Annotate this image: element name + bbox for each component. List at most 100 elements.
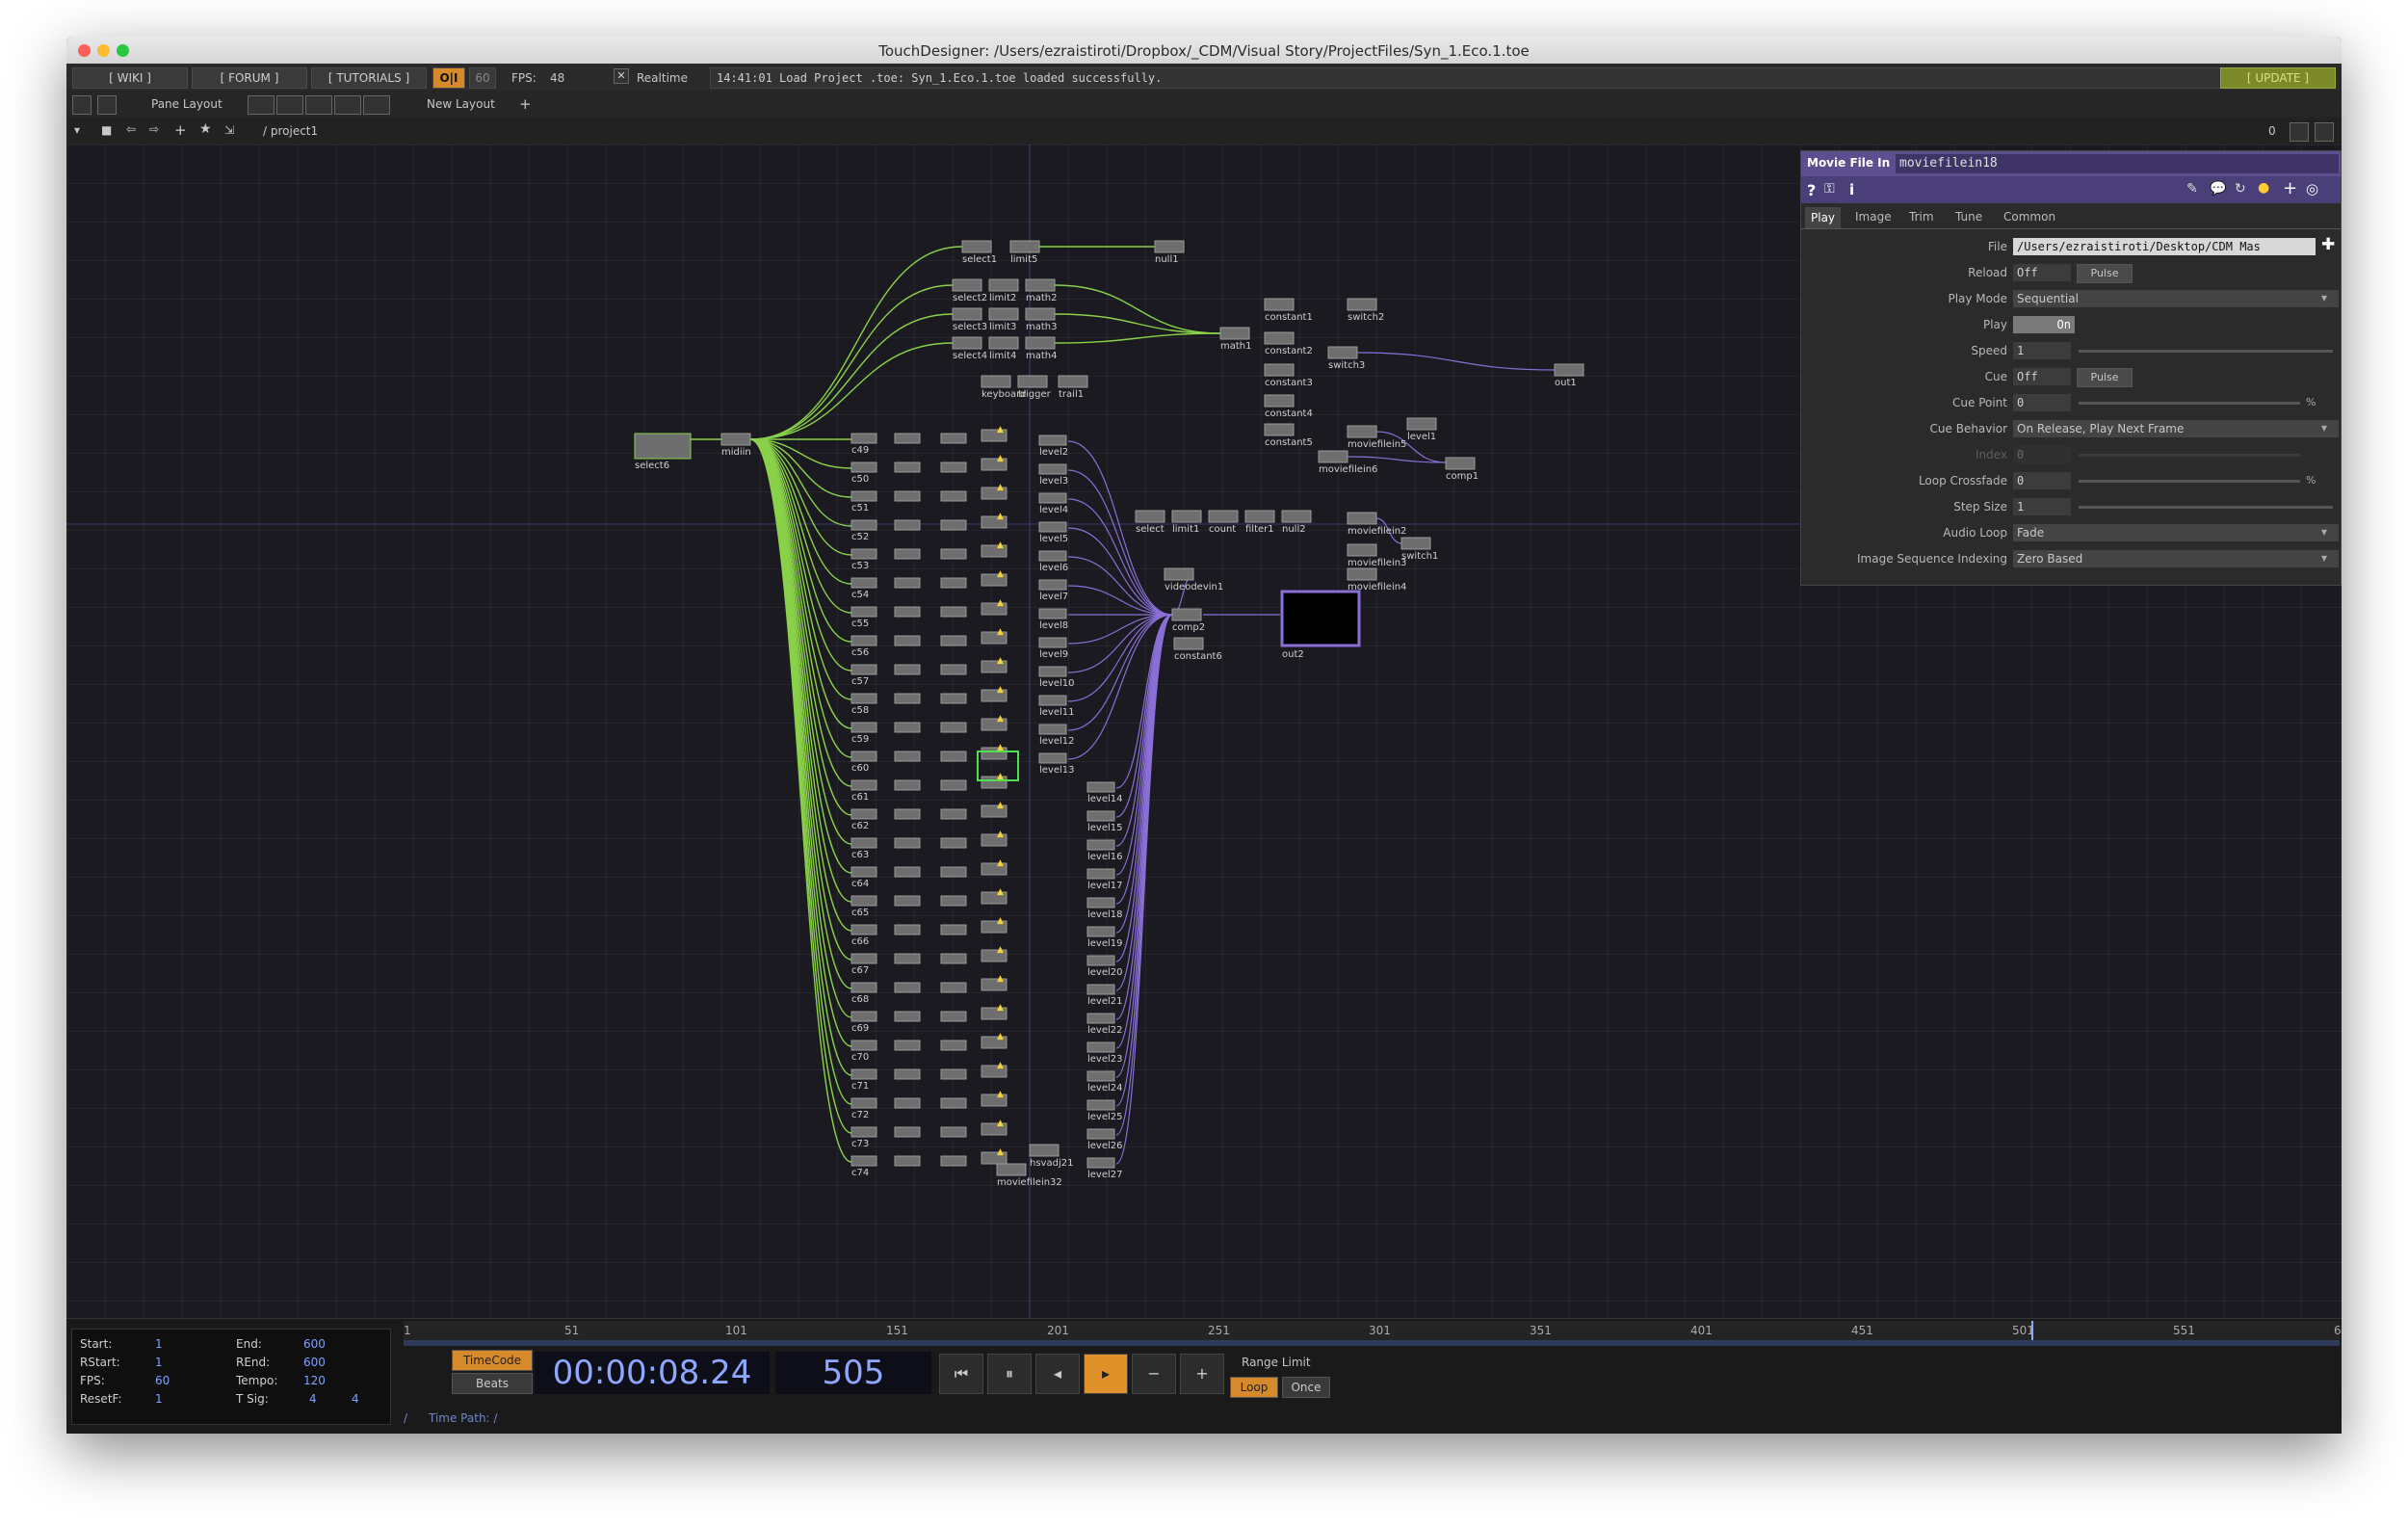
node-trigger_54[interactable]: [940, 577, 967, 589]
node-midiin[interactable]: midiin: [720, 433, 751, 458]
step-minus-button[interactable]: −: [1132, 1354, 1176, 1394]
node-level4[interactable]: level4: [1038, 492, 1068, 515]
reload-toggle[interactable]: Off: [2013, 264, 2071, 281]
node-trigger[interactable]: trigger: [1017, 375, 1052, 400]
timecode-display[interactable]: 00:00:08.24: [535, 1352, 770, 1394]
tab-tune[interactable]: Tune: [1955, 210, 1982, 224]
target-icon[interactable]: ◎: [2306, 180, 2318, 198]
node-moviefilein6[interactable]: moviefilein6: [1318, 450, 1377, 475]
timeline-range-bar[interactable]: [404, 1340, 2340, 1346]
node-c64[interactable]: c64: [851, 866, 877, 889]
tab-common[interactable]: Common: [2003, 210, 2055, 224]
layout-split-v-icon[interactable]: [276, 95, 303, 115]
cue-toggle[interactable]: Off: [2013, 368, 2071, 385]
node-c58[interactable]: c58: [851, 693, 877, 716]
node-c72[interactable]: c72: [851, 1097, 877, 1120]
step-back-button[interactable]: ◂: [1035, 1354, 1080, 1394]
node-limit_74[interactable]: [894, 1155, 921, 1167]
file-add-icon[interactable]: ✚: [2321, 235, 2335, 254]
node-c61[interactable]: c61: [851, 779, 877, 803]
once-button[interactable]: Once: [1282, 1377, 1330, 1398]
node-trigger_68[interactable]: [940, 982, 967, 993]
python-icon[interactable]: ●: [2258, 180, 2269, 196]
node-level26[interactable]: level26: [1086, 1128, 1123, 1151]
play-toggle[interactable]: On: [2013, 316, 2075, 333]
export-icon[interactable]: [97, 95, 117, 115]
node-trigger_67[interactable]: [940, 953, 967, 964]
node-limit_70[interactable]: [894, 1040, 921, 1051]
forward-icon[interactable]: ⇨: [149, 122, 159, 136]
node-level1[interactable]: level1: [1406, 417, 1437, 442]
node-moviefilein3[interactable]: moviefilein3: [1347, 543, 1406, 568]
node-trigger_57[interactable]: [940, 664, 967, 675]
node-count[interactable]: count: [1208, 510, 1239, 535]
layout-three-icon[interactable]: [334, 95, 361, 115]
loop-button[interactable]: Loop: [1230, 1377, 1278, 1398]
node-constant4[interactable]: constant4: [1264, 394, 1313, 419]
node-level21[interactable]: level21: [1086, 984, 1123, 1007]
resetf-value[interactable]: 1: [155, 1392, 163, 1406]
tutorials-button[interactable]: [ TUTORIALS ]: [311, 67, 427, 89]
node-moviefilein5[interactable]: moviefilein5: [1347, 425, 1406, 450]
cue-pulse-button[interactable]: Pulse: [2077, 368, 2133, 387]
node-limit_54[interactable]: [894, 577, 921, 589]
node-trigger_56[interactable]: [940, 635, 967, 646]
node-videodevin1[interactable]: videodevin1: [1164, 567, 1223, 593]
add-layout-button[interactable]: +: [519, 95, 532, 113]
node-c55[interactable]: c55: [851, 606, 877, 629]
node-switch2[interactable]: switch2: [1347, 298, 1384, 323]
node-constant2[interactable]: constant2: [1264, 331, 1313, 356]
cue-point-unit[interactable]: %: [2306, 396, 2316, 408]
node-moviefilein4[interactable]: moviefilein4: [1347, 567, 1406, 593]
step-size-field[interactable]: 1: [2013, 498, 2071, 515]
layout-quad-icon[interactable]: [363, 95, 390, 115]
node-trigger_66[interactable]: [940, 924, 967, 935]
node-level17[interactable]: level17: [1086, 868, 1123, 891]
node-c51[interactable]: c51: [851, 490, 877, 514]
node-select1[interactable]: select1: [961, 240, 997, 265]
node-limit_49[interactable]: [894, 433, 921, 444]
node-limit_72[interactable]: [894, 1097, 921, 1109]
node-level2[interactable]: level2: [1038, 435, 1068, 458]
node-level6[interactable]: level6: [1038, 550, 1068, 573]
node-c56[interactable]: c56: [851, 635, 877, 658]
reload-pulse-button[interactable]: Pulse: [2077, 264, 2133, 283]
node-limit_57[interactable]: [894, 664, 921, 675]
node-trigger_65[interactable]: [940, 895, 967, 907]
node-limit_68[interactable]: [894, 982, 921, 993]
node-c71[interactable]: c71: [851, 1068, 877, 1092]
node-trigger_72[interactable]: [940, 1097, 967, 1109]
node-null1[interactable]: null1: [1154, 240, 1185, 265]
step-plus-button[interactable]: +: [1180, 1354, 1224, 1394]
node-c74[interactable]: c74: [851, 1155, 877, 1178]
node-constant3[interactable]: constant3: [1264, 363, 1313, 388]
node-limit_51[interactable]: [894, 490, 921, 502]
info-icon[interactable]: i: [1849, 181, 1854, 198]
node-math1[interactable]: math1: [1219, 327, 1252, 352]
fps-setting-value[interactable]: 60: [155, 1374, 170, 1387]
rend-value[interactable]: 600: [303, 1356, 326, 1369]
node-trigger_49[interactable]: [940, 433, 967, 444]
layout-split-h-icon[interactable]: [305, 95, 332, 115]
loop-crossfade-field[interactable]: 0: [2013, 472, 2071, 489]
node-c66[interactable]: c66: [851, 924, 877, 947]
loop-crossfade-unit[interactable]: %: [2306, 474, 2316, 487]
node-limit_60[interactable]: [894, 751, 921, 762]
node-limit_56[interactable]: [894, 635, 921, 646]
node-limit2[interactable]: limit2: [988, 278, 1019, 303]
end-value[interactable]: 600: [303, 1337, 326, 1351]
node-trigger_51[interactable]: [940, 490, 967, 502]
python-help-icon[interactable]: ⚿: [1824, 181, 1835, 197]
help-icon[interactable]: ?: [1807, 181, 1816, 199]
perform-mode-button[interactable]: O|I: [432, 67, 465, 89]
node-level11[interactable]: level11: [1038, 695, 1075, 718]
node-filter1[interactable]: filter1: [1244, 510, 1275, 535]
node-limit_71[interactable]: [894, 1068, 921, 1080]
layout-single-icon[interactable]: [248, 95, 275, 115]
node-trigger_63[interactable]: [940, 837, 967, 849]
node-limit3[interactable]: limit3: [988, 307, 1019, 332]
node-constant6[interactable]: constant6: [1173, 637, 1222, 662]
node-trigger_58[interactable]: [940, 693, 967, 704]
node-c62[interactable]: c62: [851, 808, 877, 831]
node-trigger_69[interactable]: [940, 1011, 967, 1022]
